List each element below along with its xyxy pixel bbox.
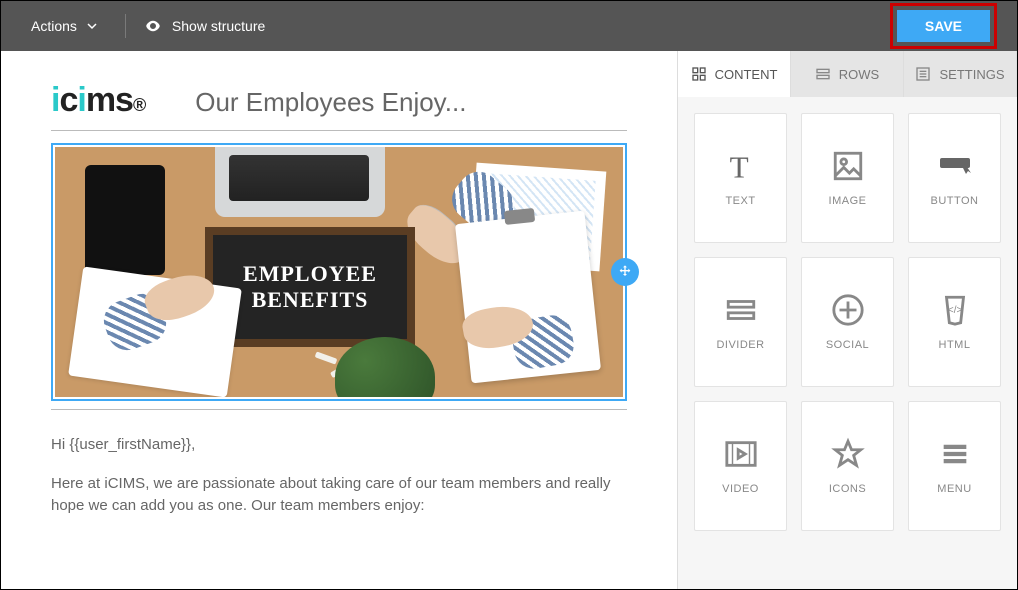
tile-divider[interactable]: DIVIDER bbox=[694, 257, 787, 387]
tile-divider-label: DIVIDER bbox=[716, 339, 764, 351]
grid-icon bbox=[691, 66, 707, 82]
menu-icon bbox=[938, 437, 972, 471]
toolbar-divider bbox=[125, 14, 126, 38]
star-icon bbox=[831, 437, 865, 471]
tab-rows-label: ROWS bbox=[839, 67, 879, 82]
tile-text[interactable]: T TEXT bbox=[694, 113, 787, 243]
social-icon bbox=[831, 293, 865, 327]
tile-menu-label: MENU bbox=[937, 483, 971, 495]
brand-logo: icims® bbox=[51, 81, 145, 120]
tile-button-label: BUTTON bbox=[930, 195, 978, 207]
hero-text-line2: BENEFITS bbox=[252, 287, 369, 313]
tile-image-label: IMAGE bbox=[829, 195, 867, 207]
tile-social-label: SOCIAL bbox=[826, 339, 869, 351]
sidebar-tabs: CONTENT ROWS SETTINGS bbox=[678, 51, 1017, 97]
button-icon bbox=[938, 149, 972, 183]
email-canvas[interactable]: icims® Our Employees Enjoy... EMPLOYEE B… bbox=[1, 51, 677, 589]
tile-icons-label: ICONS bbox=[829, 483, 866, 495]
tab-settings-label: SETTINGS bbox=[939, 67, 1004, 82]
tile-social[interactable]: SOCIAL bbox=[801, 257, 894, 387]
video-icon bbox=[724, 437, 758, 471]
image-icon bbox=[831, 149, 865, 183]
content-tiles: T TEXT IMAGE BUTTON DIVIDER SOCIAL bbox=[678, 97, 1017, 589]
actions-label: Actions bbox=[31, 18, 77, 34]
body-text-block[interactable]: Hi {{user_firstName}}, Here at iCIMS, we… bbox=[51, 434, 627, 518]
rows-icon bbox=[815, 66, 831, 82]
headline-text: Our Employees Enjoy... bbox=[195, 87, 466, 118]
show-structure-label: Show structure bbox=[172, 18, 265, 34]
tile-html-label: HTML bbox=[939, 339, 971, 351]
divider-line-2 bbox=[51, 409, 627, 410]
tile-icons[interactable]: ICONS bbox=[801, 401, 894, 531]
tile-video-label: VIDEO bbox=[722, 483, 759, 495]
save-highlight: SAVE bbox=[890, 3, 997, 49]
hero-image: EMPLOYEE BENEFITS bbox=[55, 147, 623, 397]
move-icon bbox=[617, 264, 633, 280]
top-toolbar: Actions Show structure SAVE bbox=[1, 1, 1017, 51]
intro-paragraph: Here at iCIMS, we are passionate about t… bbox=[51, 473, 627, 518]
tile-menu[interactable]: MENU bbox=[908, 401, 1001, 531]
tab-content-label: CONTENT bbox=[715, 67, 778, 82]
header-row: icims® Our Employees Enjoy... bbox=[51, 81, 627, 120]
hero-text-line1: EMPLOYEE bbox=[243, 261, 377, 287]
sidebar: CONTENT ROWS SETTINGS T TEXT IM bbox=[677, 51, 1017, 589]
svg-text:T: T bbox=[729, 149, 748, 183]
tab-settings[interactable]: SETTINGS bbox=[904, 51, 1017, 97]
eye-icon bbox=[144, 17, 162, 35]
tile-image[interactable]: IMAGE bbox=[801, 113, 894, 243]
html-icon: </> bbox=[938, 293, 972, 327]
divider-line bbox=[51, 130, 627, 131]
svg-text:</>: </> bbox=[947, 305, 962, 316]
text-icon: T bbox=[724, 149, 758, 183]
tile-text-label: TEXT bbox=[725, 195, 755, 207]
chevron-down-icon bbox=[87, 21, 97, 31]
editor-body: icims® Our Employees Enjoy... EMPLOYEE B… bbox=[1, 51, 1017, 589]
selected-image-block[interactable]: EMPLOYEE BENEFITS bbox=[51, 143, 627, 401]
greeting-text: Hi {{user_firstName}}, bbox=[51, 434, 627, 457]
save-button[interactable]: SAVE bbox=[897, 10, 990, 42]
tile-html[interactable]: </> HTML bbox=[908, 257, 1001, 387]
move-handle[interactable] bbox=[611, 258, 639, 286]
actions-dropdown[interactable]: Actions bbox=[21, 12, 107, 40]
show-structure-button[interactable]: Show structure bbox=[144, 17, 265, 35]
app-root: Actions Show structure SAVE icims® Our E… bbox=[0, 0, 1018, 590]
divider-icon bbox=[724, 293, 758, 327]
tile-video[interactable]: VIDEO bbox=[694, 401, 787, 531]
tab-rows[interactable]: ROWS bbox=[791, 51, 904, 97]
tab-content[interactable]: CONTENT bbox=[678, 51, 791, 97]
settings-icon bbox=[915, 66, 931, 82]
tile-button[interactable]: BUTTON bbox=[908, 113, 1001, 243]
